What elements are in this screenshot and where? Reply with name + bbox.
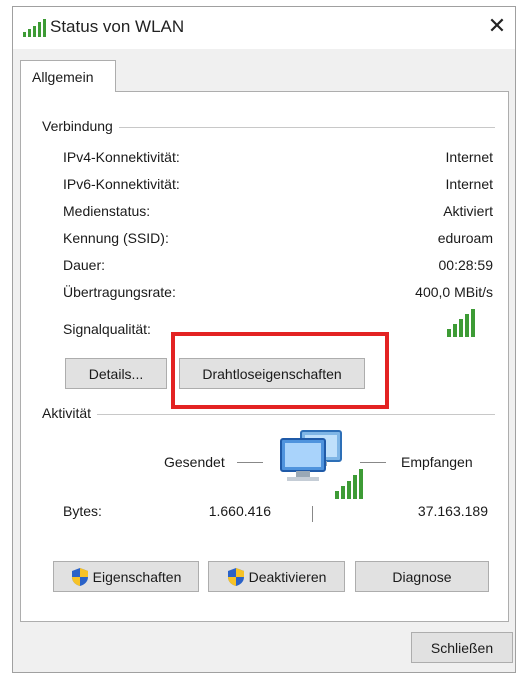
media-status-label: Medienstatus: xyxy=(63,203,151,219)
properties-button[interactable]: Eigenschaften xyxy=(53,561,199,592)
ipv6-value: Internet xyxy=(445,176,493,192)
ipv6-label: IPv6-Konnektivität: xyxy=(63,176,180,192)
status-window: Status von WLAN ✕ Allgemein Verbindung I… xyxy=(12,6,516,673)
signal-bar xyxy=(459,319,463,337)
bytes-sent-value: 1.660.416 xyxy=(208,503,271,519)
tab-panel: Verbindung IPv4-Konnektivität: Internet … xyxy=(20,91,509,622)
received-label: Empfangen xyxy=(401,454,473,470)
signal-bar xyxy=(447,329,451,337)
speed-value: 400,0 MBit/s xyxy=(415,284,493,300)
speed-label: Übertragungsrate: xyxy=(63,284,176,300)
disable-button-label: Deaktivieren xyxy=(248,568,327,585)
tab-general[interactable]: Allgemein xyxy=(20,60,116,92)
highlight-box xyxy=(171,332,389,409)
uac-shield-icon xyxy=(71,567,88,586)
received-line xyxy=(360,462,386,463)
signal-quality-label: Signalqualität: xyxy=(63,321,151,337)
duration-label: Dauer: xyxy=(63,257,106,273)
diagnose-button[interactable]: Diagnose xyxy=(355,561,489,592)
title-bar: Status von WLAN ✕ xyxy=(13,7,515,49)
wifi-signal-icon xyxy=(23,19,46,37)
network-computers-icon xyxy=(280,430,363,499)
window-title: Status von WLAN xyxy=(50,17,185,36)
activity-separator xyxy=(312,506,313,522)
ipv4-value: Internet xyxy=(445,149,493,165)
close-icon[interactable]: ✕ xyxy=(483,12,511,40)
duration-value: 00:28:59 xyxy=(438,257,494,273)
close-button[interactable]: Schließen xyxy=(411,632,513,663)
disable-button[interactable]: Deaktivieren xyxy=(208,561,345,592)
properties-button-label: Eigenschaften xyxy=(92,568,182,585)
ssid-label: Kennung (SSID): xyxy=(63,230,169,246)
sent-label: Gesendet xyxy=(164,454,225,470)
ssid-value: eduroam xyxy=(437,230,493,246)
section-title-connection: Verbindung xyxy=(42,118,119,134)
ipv4-label: IPv4-Konnektivität: xyxy=(63,149,180,165)
signal-bar xyxy=(453,324,457,337)
section-divider xyxy=(49,414,495,415)
signal-strength-icon xyxy=(447,309,475,337)
bytes-label: Bytes: xyxy=(63,503,102,519)
bytes-received-value: 37.163.189 xyxy=(417,503,488,519)
sent-line xyxy=(237,462,263,463)
signal-bar xyxy=(465,314,469,337)
details-button[interactable]: Details... xyxy=(65,358,167,389)
signal-bar xyxy=(471,309,475,337)
media-status-value: Aktiviert xyxy=(443,203,493,219)
uac-shield-icon xyxy=(227,567,244,586)
section-title-activity: Aktivität xyxy=(42,405,98,421)
